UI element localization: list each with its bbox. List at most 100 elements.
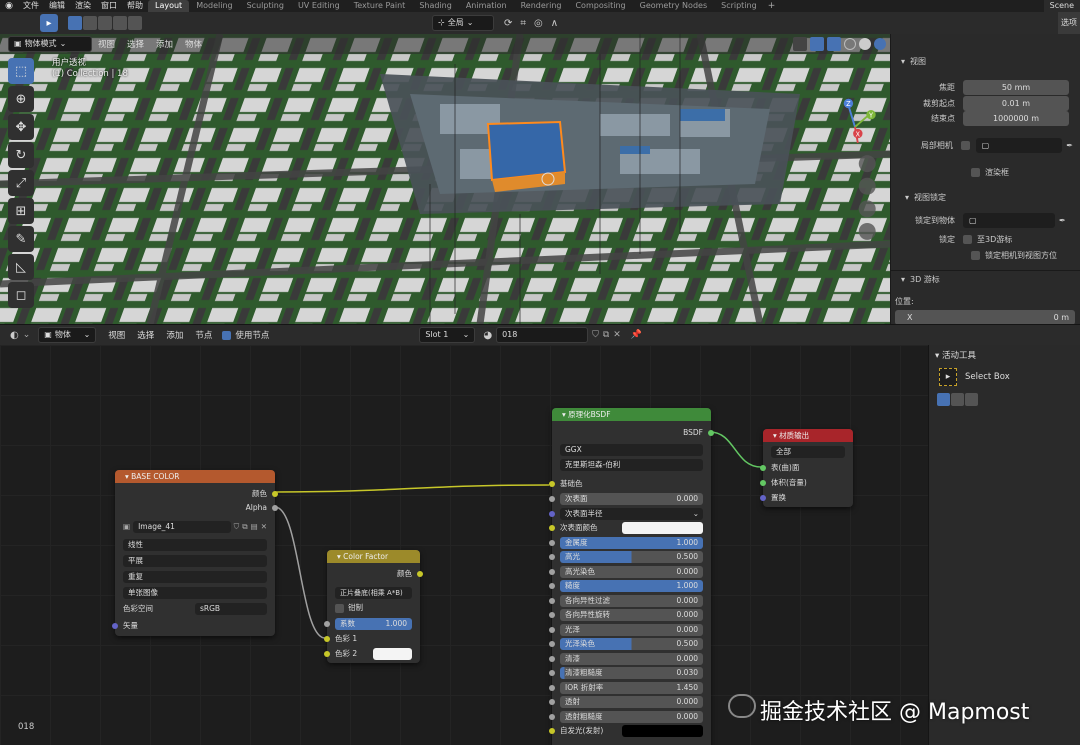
bsdf-input-socket[interactable] — [549, 699, 555, 705]
pivot-icon[interactable]: ⟳ — [504, 18, 512, 29]
color1-socket[interactable] — [324, 636, 330, 642]
clamp-checkbox[interactable] — [335, 603, 344, 613]
select-subtract-icon[interactable] — [98, 16, 112, 30]
duplicate-icon[interactable]: ⧉ — [242, 521, 247, 533]
eyedropper-icon[interactable]: ✒ — [1059, 216, 1066, 225]
menu-render[interactable]: 渲染 — [70, 0, 96, 12]
blend-mode-dropdown[interactable]: 正片叠底(相乘 A*B) — [335, 587, 412, 599]
image-texture-node[interactable]: ▾ BASE COLOR 颜色 Alpha ▣ Image_41 ⛉ ⧉ ▤ ✕… — [112, 470, 278, 636]
bsdf-input-row[interactable]: 糙度 1.000 — [560, 580, 703, 592]
volume-socket[interactable] — [760, 480, 766, 486]
bsdf-input-row[interactable]: 清漆粗糙度 0.030 — [560, 667, 703, 679]
color2-swatch[interactable] — [373, 648, 412, 660]
mix-rgb-node-header[interactable]: ▾ Color Factor — [327, 550, 420, 563]
bsdf-input-socket[interactable] — [549, 670, 555, 676]
bsdf-input-row[interactable]: 次表面半径 ⌄ — [560, 507, 703, 520]
bsdf-input-socket[interactable] — [549, 525, 555, 531]
add-workspace-icon[interactable]: + — [764, 1, 780, 11]
view-section-header[interactable]: ▾ 视图 — [901, 56, 926, 67]
tab-geometry-nodes[interactable]: Geometry Nodes — [633, 0, 714, 12]
bsdf-input-row[interactable]: 各向异性过滤 0.000 — [560, 594, 703, 607]
pan-hand-icon[interactable] — [858, 177, 876, 195]
bsdf-input-row[interactable]: 金属度 1.000 — [560, 536, 703, 549]
material-output-node[interactable]: ▾ 材质输出 全部 表(曲)面 体积(音量) 置换 — [760, 429, 853, 507]
transform-tool-icon[interactable]: ⊞ — [8, 198, 34, 224]
3d-cursor-section-header[interactable]: ▾ 3D 游标 — [901, 274, 940, 285]
out-alpha-socket[interactable] — [272, 505, 278, 511]
clip-start-field[interactable]: 0.01 m — [963, 96, 1069, 111]
tab-sculpting[interactable]: Sculpting — [240, 0, 291, 12]
bsdf-input-socket[interactable] — [549, 496, 555, 502]
bsdf-input-socket[interactable] — [549, 554, 555, 560]
select-new-icon[interactable] — [68, 16, 82, 30]
tab-compositing[interactable]: Compositing — [568, 0, 632, 12]
extension-dropdown[interactable]: 重复 — [123, 571, 267, 583]
fake-user-icon[interactable]: ⛉ — [234, 521, 240, 533]
select-box-tool-icon[interactable]: ⬚ — [8, 58, 34, 84]
bsdf-input-socket[interactable] — [549, 612, 555, 618]
viewport-menu-view[interactable]: 视图 — [92, 38, 121, 50]
bsdf-input-socket[interactable] — [549, 597, 555, 604]
tab-shading[interactable]: Shading — [412, 0, 459, 12]
shading-wireframe-icon[interactable] — [844, 38, 856, 50]
node-menu-add[interactable]: 添加 — [160, 329, 189, 341]
bsdf-input-row[interactable]: 自发光(发射) — [560, 725, 703, 737]
bsdf-input-row[interactable]: 光泽染色 0.500 — [560, 638, 703, 650]
rotate-tool-icon[interactable]: ↻ — [8, 142, 34, 168]
bsdf-input-row[interactable]: 次表面颜色 — [560, 522, 703, 534]
scale-tool-icon[interactable]: ⤢ — [8, 170, 34, 196]
select-extend-icon[interactable] — [83, 16, 97, 30]
viewport-menu-select[interactable]: 选择 — [121, 38, 150, 50]
bsdf-input-row[interactable]: 清漆 0.000 — [560, 652, 703, 665]
cursor-tool-icon[interactable]: ⊕ — [8, 86, 34, 112]
select-invert-icon[interactable] — [113, 16, 127, 30]
transform-orientation-dropdown[interactable]: ⊹ 全局 ⌄ — [432, 15, 494, 31]
bsdf-input-row[interactable]: 各向异性旋转 0.000 — [560, 609, 703, 621]
collapse-chevron-icon[interactable]: ▾ — [773, 431, 777, 440]
eyedropper-icon[interactable]: ✒ — [1066, 141, 1073, 150]
mode-subtract-icon[interactable] — [965, 393, 978, 406]
shading-material-icon[interactable] — [874, 38, 886, 50]
gizmo-toggle-icon[interactable] — [810, 37, 824, 51]
bsdf-input-row[interactable]: 高光染色 0.000 — [560, 565, 703, 578]
shading-solid-icon[interactable] — [859, 38, 871, 50]
image-texture-node-header[interactable]: ▾ BASE COLOR — [115, 470, 275, 483]
tab-modeling[interactable]: Modeling — [189, 0, 239, 12]
out-color-socket[interactable] — [272, 491, 278, 497]
bsdf-out-socket[interactable] — [708, 430, 714, 436]
bsdf-input-socket[interactable] — [549, 713, 555, 720]
lock-3d-cursor-checkbox[interactable] — [963, 235, 972, 244]
bsdf-input-socket[interactable] — [549, 583, 555, 589]
select-tool-icon[interactable]: ▸ — [40, 14, 58, 32]
tab-uv-editing[interactable]: UV Editing — [291, 0, 347, 12]
lock-camera-to-view-checkbox[interactable] — [971, 251, 980, 260]
factor-field[interactable]: 系数 1.000 — [335, 618, 412, 630]
use-nodes-checkbox[interactable] — [222, 330, 232, 340]
select-intersect-icon[interactable] — [128, 16, 142, 30]
duplicate-material-icon[interactable]: ⧉ — [603, 330, 609, 340]
material-browse-icon[interactable]: ◕ — [483, 330, 492, 341]
render-region-checkbox[interactable] — [971, 168, 980, 177]
principled-bsdf-node[interactable]: ▾ 原理化BSDF BSDF GGX 克里斯坦森-伯利 基础色 次表面 0.000… — [549, 408, 714, 745]
bsdf-input-row[interactable]: 透射 0.000 — [560, 696, 703, 708]
focal-length-field[interactable]: 50 mm — [963, 80, 1069, 95]
cursor-x-field[interactable]: X 0 m — [895, 310, 1075, 325]
visibility-icon[interactable] — [793, 37, 807, 51]
material-name-field[interactable]: 018 — [496, 327, 589, 343]
bsdf-input-row[interactable]: 高光 0.500 — [560, 551, 703, 563]
tab-scripting[interactable]: Scripting — [714, 0, 764, 12]
viewport-menu-add[interactable]: 添加 — [150, 38, 179, 50]
view-lock-section-header[interactable]: ▾ 视图锁定 — [905, 192, 946, 203]
mix-out-color-socket[interactable] — [417, 571, 423, 577]
tab-texture-paint[interactable]: Texture Paint — [347, 0, 413, 12]
in-vector-socket[interactable] — [112, 623, 118, 629]
object-mode-dropdown[interactable]: ▣ 物体模式 ⌄ — [8, 36, 92, 52]
displacement-socket[interactable] — [760, 495, 766, 501]
measure-tool-icon[interactable]: ◺ — [8, 254, 34, 280]
falloff-icon[interactable]: ∧ — [551, 18, 558, 29]
bsdf-input-socket[interactable] — [549, 641, 555, 647]
mode-new-icon[interactable] — [937, 393, 950, 406]
clip-end-field[interactable]: 1000000 m — [963, 111, 1069, 126]
select-box-icon[interactable]: ▸ — [939, 368, 957, 386]
node-menu-node[interactable]: 节点 — [189, 329, 218, 341]
